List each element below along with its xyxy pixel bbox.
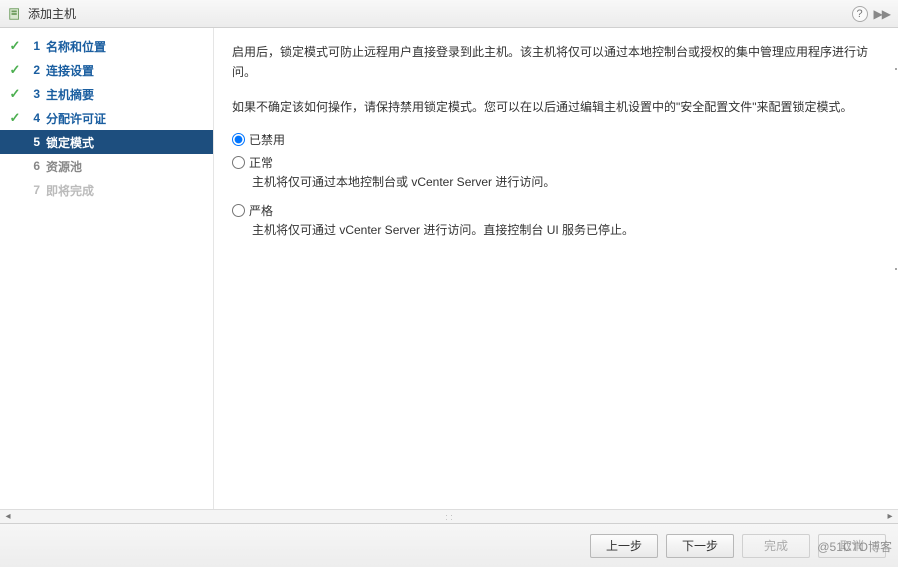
titlebar: 添加主机 ? ▶▶ xyxy=(0,0,898,28)
wizard-step-3[interactable]: ✓ 3 主机摘要 xyxy=(0,82,213,106)
step-number: 3 xyxy=(28,87,40,101)
wizard-step-4[interactable]: ✓ 4 分配许可证 xyxy=(0,106,213,130)
checkmark-icon: ✓ xyxy=(8,38,22,54)
step-label: 锁定模式 xyxy=(46,134,213,151)
wizard-step-7: 7 即将完成 xyxy=(0,178,213,202)
step-number: 4 xyxy=(28,111,40,125)
checkmark-icon: ✓ xyxy=(8,86,22,102)
lockdown-option-normal[interactable]: 正常 xyxy=(232,154,880,171)
lockdown-radio-disabled[interactable] xyxy=(232,133,245,146)
step-label: 连接设置 xyxy=(46,62,213,79)
step-label: 资源池 xyxy=(46,158,213,175)
vertical-scroll-indicator xyxy=(894,28,898,509)
wizard-footer: 上一步 下一步 完成 取消 @51CTO博客 xyxy=(0,523,898,567)
titlebar-left: 添加主机 xyxy=(8,5,76,22)
content-area: ✓ 1 名称和位置 ✓ 2 连接设置 ✓ 3 主机摘要 ✓ 4 分配许可证 5 锁定模式 6 资源池 7 即将完成… xyxy=(0,28,898,509)
scroll-right-icon[interactable]: ▸ xyxy=(882,510,898,524)
back-button[interactable]: 上一步 xyxy=(590,534,658,558)
lockdown-options-group: 已禁用正常主机将仅可通过本地控制台或 vCenter Server 进行访问。严… xyxy=(232,131,880,240)
wizard-step-2[interactable]: ✓ 2 连接设置 xyxy=(0,58,213,82)
main-panel: 启用后，锁定模式可防止远程用户直接登录到此主机。该主机将仅可以通过本地控制台或授… xyxy=(214,28,898,509)
step-label: 名称和位置 xyxy=(46,38,213,55)
lockdown-option-desc: 主机将仅可通过本地控制台或 vCenter Server 进行访问。 xyxy=(252,173,880,192)
step-label: 主机摘要 xyxy=(46,86,213,103)
wizard-steps-sidebar: ✓ 1 名称和位置 ✓ 2 连接设置 ✓ 3 主机摘要 ✓ 4 分配许可证 5 锁定模式 6 资源池 7 即将完成 xyxy=(0,28,214,509)
window-title: 添加主机 xyxy=(28,5,76,22)
wizard-step-1[interactable]: ✓ 1 名称和位置 xyxy=(0,34,213,58)
step-number: 7 xyxy=(28,183,40,197)
checkmark-icon: ✓ xyxy=(8,110,22,126)
lockdown-option-desc: 主机将仅可通过 vCenter Server 进行访问。直接控制台 UI 服务已… xyxy=(252,221,880,240)
next-button[interactable]: 下一步 xyxy=(666,534,734,558)
horizontal-scrollbar[interactable]: ◂ : : ▸ xyxy=(0,509,898,523)
description-paragraph-2: 如果不确定该如何操作，请保持禁用锁定模式。您可以在以后通过编辑主机设置中的"安全… xyxy=(232,97,880,117)
finish-button: 完成 xyxy=(742,534,810,558)
lockdown-option-disabled[interactable]: 已禁用 xyxy=(232,131,880,148)
description-paragraph-1: 启用后，锁定模式可防止远程用户直接登录到此主机。该主机将仅可以通过本地控制台或授… xyxy=(232,42,880,83)
lockdown-radio-normal[interactable] xyxy=(232,156,245,169)
expand-icon[interactable]: ▶▶ xyxy=(874,7,890,21)
step-label: 即将完成 xyxy=(46,182,213,199)
scroll-left-icon[interactable]: ◂ xyxy=(0,510,16,524)
step-label: 分配许可证 xyxy=(46,110,213,127)
scrollbar-track[interactable]: : : xyxy=(16,512,882,522)
lockdown-option-strict[interactable]: 严格 xyxy=(232,202,880,219)
help-icon[interactable]: ? xyxy=(852,6,868,22)
lockdown-option-label: 已禁用 xyxy=(249,131,285,148)
lockdown-option-label: 正常 xyxy=(249,154,273,171)
wizard-step-6: 6 资源池 xyxy=(0,154,213,178)
step-number: 2 xyxy=(28,63,40,77)
step-number: 5 xyxy=(28,135,40,149)
lockdown-option-label: 严格 xyxy=(249,202,273,219)
wizard-step-5[interactable]: 5 锁定模式 xyxy=(0,130,213,154)
titlebar-right: ? ▶▶ xyxy=(852,6,890,22)
step-number: 1 xyxy=(28,39,40,53)
checkmark-icon: ✓ xyxy=(8,62,22,78)
host-icon xyxy=(8,7,22,21)
step-number: 6 xyxy=(28,159,40,173)
cancel-button: 取消 xyxy=(818,534,886,558)
lockdown-radio-strict[interactable] xyxy=(232,204,245,217)
